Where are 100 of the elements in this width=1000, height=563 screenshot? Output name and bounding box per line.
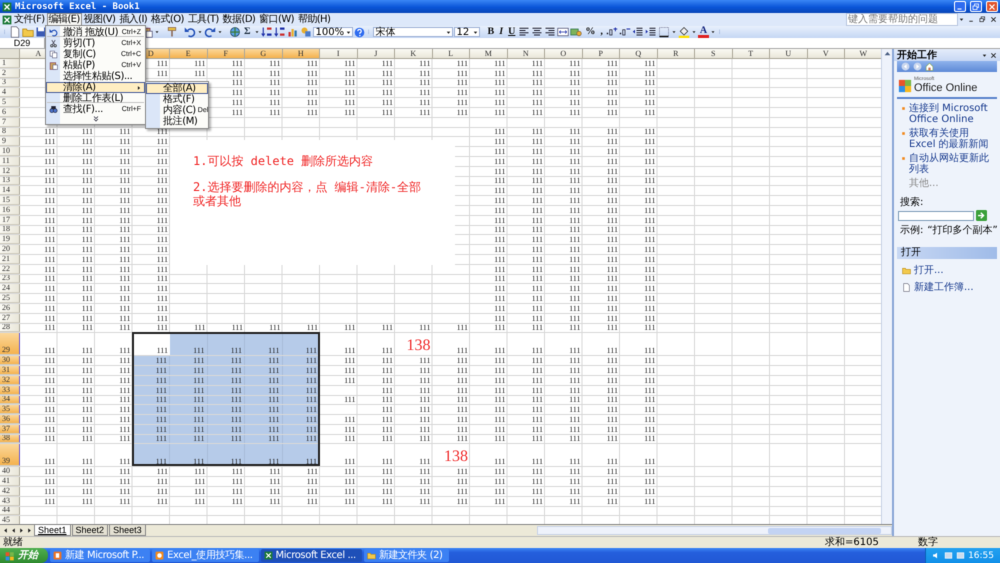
row-header[interactable]: 40 [0, 467, 20, 476]
caret-icon[interactable] [710, 29, 716, 35]
sheet-tab[interactable]: Sheet2 [72, 525, 108, 536]
decrease-indent-icon[interactable] [632, 26, 644, 38]
sort-descending-icon[interactable] [274, 26, 286, 38]
first-sheet-icon[interactable] [2, 526, 9, 535]
caret-icon[interactable] [958, 16, 965, 23]
increase-indent-icon[interactable] [644, 26, 657, 38]
undo-icon[interactable] [184, 26, 196, 38]
expand-chevron-icon[interactable] [92, 115, 100, 123]
column-header[interactable]: E [170, 49, 208, 59]
menu-item[interactable]: 清除(A) [46, 82, 145, 93]
row-header[interactable]: 10 [0, 147, 20, 156]
fill-color-icon[interactable] [678, 26, 690, 38]
row-header[interactable]: 9 [0, 137, 20, 146]
decrease-decimal-icon[interactable] [618, 26, 631, 38]
menu-item[interactable]: 帮助(H) [296, 13, 332, 26]
caret-icon[interactable] [690, 29, 697, 35]
menu-item[interactable]: 视图(V) [82, 13, 118, 26]
column-header[interactable]: M [470, 49, 508, 59]
row-header[interactable]: 30 [0, 356, 20, 366]
menu-item[interactable]: 批注(M) [146, 116, 208, 127]
align-left-icon[interactable] [518, 26, 530, 38]
comma-button[interactable]: , [598, 26, 605, 38]
home-icon[interactable] [925, 62, 934, 71]
column-header[interactable]: P [582, 49, 620, 59]
italic-button[interactable]: I [497, 26, 506, 38]
caret-icon[interactable] [197, 29, 203, 35]
column-header[interactable]: V [808, 49, 845, 59]
caret-icon[interactable] [217, 29, 223, 35]
borders-icon[interactable] [658, 26, 670, 38]
restore-button[interactable] [978, 15, 987, 24]
sheet-tab[interactable]: Sheet1 [34, 525, 71, 536]
percent-button[interactable]: % [583, 26, 598, 38]
column-header[interactable]: Q [620, 49, 658, 59]
search-field[interactable] [898, 210, 974, 220]
menu-item[interactable]: 文件(F) [12, 13, 47, 26]
menu-item[interactable]: 格式(O) [149, 13, 186, 26]
align-right-icon[interactable] [544, 26, 556, 38]
font-size-dropdown[interactable]: 12 [454, 27, 480, 37]
sum-button[interactable]: Σ [242, 26, 253, 38]
column-header[interactable]: F [208, 49, 245, 59]
font-dropdown[interactable]: 宋体 [372, 27, 453, 37]
increase-decimal-icon[interactable] [606, 26, 618, 38]
underline-button[interactable]: U [506, 26, 518, 38]
go-icon[interactable] [976, 210, 987, 221]
column-header[interactable]: I [320, 49, 358, 59]
row-header[interactable]: 41 [0, 477, 20, 486]
sort-ascending-icon[interactable] [260, 26, 273, 38]
row-header[interactable]: 1 [0, 59, 20, 68]
menu-item[interactable]: 窗口(W) [257, 13, 296, 26]
help-search-field[interactable]: 键入需要帮助的问题 [846, 13, 958, 26]
caret-icon[interactable] [254, 29, 260, 35]
save-icon[interactable] [35, 26, 47, 38]
row-header[interactable]: 14 [0, 186, 20, 196]
row-header[interactable]: 31 [0, 366, 20, 375]
taskbar-button[interactable]: Microsoft Excel ... [260, 549, 362, 562]
sheet-tab[interactable]: Sheet3 [109, 525, 146, 536]
close-icon[interactable] [990, 52, 997, 58]
chart-icon[interactable] [286, 26, 299, 38]
help-icon[interactable] [354, 26, 365, 38]
row-header[interactable]: 35 [0, 405, 20, 414]
shapes-icon[interactable] [300, 26, 312, 38]
menu-item[interactable]: 全部(A) [146, 83, 208, 94]
column-header[interactable]: N [508, 49, 545, 59]
column-header[interactable]: R [658, 49, 695, 59]
spreadsheet-icon[interactable] [2, 14, 12, 24]
pane-link[interactable]: 自动从网站更新此列表 [909, 153, 997, 175]
currency-icon[interactable] [570, 26, 582, 38]
row-header[interactable]: 4 [0, 88, 20, 98]
menu-item[interactable]: 编辑(E) [46, 13, 82, 26]
minimize-button[interactable] [954, 1, 966, 12]
column-header[interactable]: H [282, 49, 320, 59]
pane-link[interactable]: 打开... [914, 265, 944, 276]
pane-link[interactable]: 获取有关使用 Excel 的最新新闻 [909, 128, 997, 150]
format-painter-icon[interactable] [166, 26, 178, 38]
column-header[interactable]: O [545, 49, 582, 59]
next-sheet-icon[interactable] [18, 526, 25, 535]
vertical-scrollbar[interactable] [881, 49, 892, 524]
menu-item[interactable]: 选择性粘贴(S)... [46, 71, 145, 82]
taskbar-button[interactable]: Excel_使用技巧集... [152, 549, 259, 562]
row-header[interactable]: 45 [0, 516, 20, 524]
forward-icon[interactable] [913, 62, 922, 71]
globe-icon[interactable] [229, 26, 241, 38]
taskbar-button[interactable]: 新建 Microsoft P... [50, 549, 150, 562]
align-center-icon[interactable] [531, 26, 544, 38]
horizontal-scrollbar[interactable] [537, 526, 892, 535]
menu-item[interactable]: 删除工作表(L) [46, 93, 145, 104]
pane-link[interactable]: 连接到 Microsoft Office Online [909, 103, 997, 125]
column-header[interactable]: T [732, 49, 770, 59]
row-header[interactable]: 36 [0, 415, 20, 424]
menu-item[interactable]: 插入(I) [117, 13, 150, 26]
bold-button[interactable]: B [486, 26, 496, 38]
column-header[interactable]: S [695, 49, 732, 59]
row-header[interactable]: 25 [0, 294, 20, 303]
row-header[interactable]: 29 [0, 333, 20, 356]
taskbar-button[interactable]: 新建文件夹 (2) [364, 549, 449, 562]
column-header[interactable]: J [358, 49, 395, 59]
close-button[interactable] [989, 15, 998, 24]
column-header[interactable]: L [432, 49, 470, 59]
